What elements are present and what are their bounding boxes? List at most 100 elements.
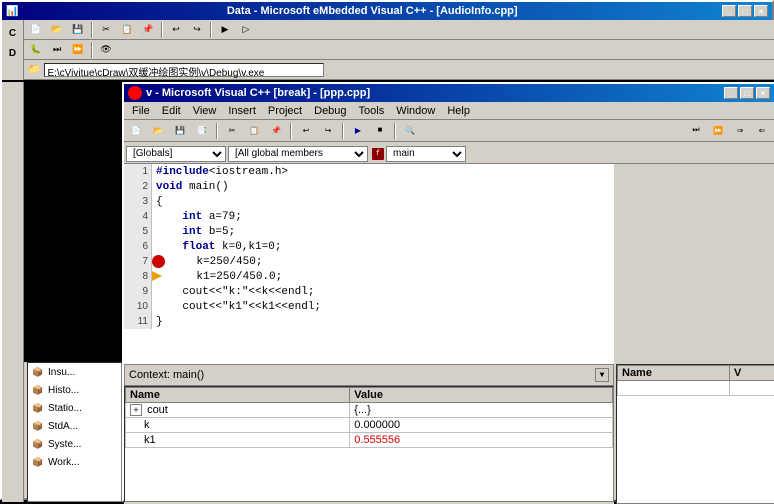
function-dropdown[interactable]: main [386, 146, 466, 162]
menu-edit[interactable]: Edit [156, 102, 187, 119]
step-over-btn[interactable]: ⏩ [68, 41, 88, 59]
name-header: Name [126, 388, 350, 403]
code-line-6: 6 float k=0,k1=0; [124, 239, 614, 254]
step-btn[interactable]: ⏭ [47, 41, 67, 59]
watch-name-header: Name [618, 366, 730, 381]
left-class-panel: 📦 Insu... 📦 Histo... 📦 Statio... 📦 StdA.… [27, 362, 122, 502]
inner-dbg2-btn[interactable]: ⏩ [708, 122, 728, 140]
watch-container: Name V [616, 364, 774, 504]
code-line-5: 5 int b=5; [124, 224, 614, 239]
cut-btn[interactable]: ✂ [96, 21, 116, 39]
expand-cout-icon[interactable]: + [130, 404, 142, 416]
breakpoint-marker [152, 255, 165, 268]
menu-bar: File Edit View Insert Project Debug Tool… [124, 102, 774, 120]
scope-dropdown[interactable]: [Globals] [126, 146, 226, 162]
tree-icon-2: 📦 [30, 400, 46, 416]
paste-btn[interactable]: 📌 [138, 21, 158, 39]
left-panel-item-0[interactable]: 📦 Insu... [28, 363, 121, 381]
menu-help[interactable]: Help [441, 102, 476, 119]
inner-close-btn[interactable]: × [756, 87, 770, 99]
sidebar-d-icon[interactable]: D [4, 44, 22, 62]
left-panel-item-1[interactable]: 📦 Histo... [28, 381, 121, 399]
run-btn[interactable]: ▷ [236, 21, 256, 39]
members-dropdown[interactable]: [All global members [228, 146, 368, 162]
left-panel-item-4[interactable]: 📦 Syste... [28, 435, 121, 453]
watch-btn[interactable]: 👁 [96, 41, 116, 59]
locals-name-cout: cout [147, 404, 168, 416]
save-btn[interactable]: 💾 [68, 21, 88, 39]
locals-value-k1: 0.555556 [350, 433, 613, 448]
address-input[interactable]: E:\cVivitue\cDraw\双缓冲绘图实例\v\Debug\v.exe [44, 63, 324, 77]
locals-name-k1: k1 [144, 434, 156, 446]
menu-tools[interactable]: Tools [353, 102, 391, 119]
inner-paste-btn[interactable]: 📌 [266, 122, 286, 140]
inner-run-btn[interactable]: ▶ [348, 122, 368, 140]
maximize-button[interactable]: □ [738, 5, 752, 17]
debug-btn[interactable]: 🐛 [26, 41, 46, 59]
open-btn[interactable]: 📂 [47, 21, 67, 39]
left-panel-label-5: Work... [48, 457, 79, 468]
context-titlebar: Context: main() ▼ [124, 364, 614, 386]
left-panel-item-2[interactable]: 📦 Statio... [28, 399, 121, 417]
new-file-btn[interactable]: 📄 [26, 21, 46, 39]
menu-project[interactable]: Project [262, 102, 308, 119]
menu-window[interactable]: Window [390, 102, 441, 119]
inner-save-btn[interactable]: 💾 [170, 122, 190, 140]
sidebar-c-icon[interactable]: C [4, 24, 22, 42]
code-line-7: 7 k=250/450; [124, 254, 614, 269]
left-panel-label-4: Syste... [48, 439, 81, 450]
inner-minimize-btn[interactable]: _ [724, 87, 738, 99]
redo-btn[interactable]: ↪ [187, 21, 207, 39]
inner-new-btn[interactable]: 📄 [126, 122, 146, 140]
inner-dbg1-btn[interactable]: ⏭ [686, 122, 706, 140]
arrow-marker [152, 271, 162, 281]
inner-sep3 [342, 123, 344, 139]
outer-toolbar-1: 📄 📂 💾 ✂ 📋 📌 ↩ ↪ ▶ ▷ [24, 20, 774, 40]
left-panel-label-3: StdA... [48, 421, 78, 432]
copy-btn[interactable]: 📋 [117, 21, 137, 39]
locals-value-cout: {...} [350, 403, 613, 418]
tree-icon-5: 📦 [30, 454, 46, 470]
inner-toolbar: 📄 📂 💾 📑 ✂ 📋 📌 ↩ ↪ ▶ ■ 🔍 ⏭ ⏩ ⇒ ⇐ [124, 120, 774, 142]
close-button[interactable]: × [754, 5, 768, 17]
outer-title-text: Data - Microsoft eMbedded Visual C++ - [… [22, 5, 722, 17]
code-line-9: 9 cout<<"k:"<<k<<endl; [124, 284, 614, 299]
tree-icon-4: 📦 [30, 436, 46, 452]
left-panel-item-5[interactable]: 📦 Work... [28, 453, 121, 471]
left-panel-item-3[interactable]: 📦 StdA... [28, 417, 121, 435]
addr-icon: 📁 [28, 64, 40, 75]
outer-title-buttons: _ □ × [722, 5, 768, 17]
menu-debug[interactable]: Debug [308, 102, 352, 119]
inner-dbg3-btn[interactable]: ⇒ [730, 122, 750, 140]
dropdowns-bar: [Globals] [All global members f main [124, 144, 774, 164]
inner-title-icon [128, 86, 142, 100]
menu-file[interactable]: File [126, 102, 156, 119]
inner-title-text: v - Microsoft Visual C++ [break] - [ppp.… [146, 87, 370, 99]
watch-value-header: V [730, 366, 774, 381]
code-line-8: 8 k1=250/450.0; [124, 269, 614, 284]
locals-row-k: k 0.000000 [126, 418, 613, 433]
inner-save2-btn[interactable]: 📑 [192, 122, 212, 140]
menu-view[interactable]: View [187, 102, 223, 119]
inner-redo-btn[interactable]: ↪ [318, 122, 338, 140]
code-line-11: 11 } [124, 314, 614, 329]
inner-open-btn[interactable]: 📂 [148, 122, 168, 140]
locals-container: Context: main() ▼ Name Value + [124, 364, 614, 504]
inner-find-btn[interactable]: 🔍 [400, 122, 420, 140]
inner-undo-btn[interactable]: ↩ [296, 122, 316, 140]
left-panel-label-1: Histo... [48, 385, 79, 396]
inner-stop-btn[interactable]: ■ [370, 122, 390, 140]
undo-btn[interactable]: ↩ [166, 21, 186, 39]
context-dropdown-btn[interactable]: ▼ [595, 368, 609, 382]
tree-icon-1: 📦 [30, 382, 46, 398]
build-btn[interactable]: ▶ [215, 21, 235, 39]
inner-title-buttons: _ □ × [724, 87, 770, 99]
inner-cut-btn[interactable]: ✂ [222, 122, 242, 140]
menu-insert[interactable]: Insert [222, 102, 262, 119]
tree-icon-0: 📦 [30, 364, 46, 380]
inner-maximize-btn[interactable]: □ [740, 87, 754, 99]
watch-table: Name V [616, 364, 774, 504]
minimize-button[interactable]: _ [722, 5, 736, 17]
inner-copy-btn[interactable]: 📋 [244, 122, 264, 140]
inner-dbg4-btn[interactable]: ⇐ [752, 122, 772, 140]
